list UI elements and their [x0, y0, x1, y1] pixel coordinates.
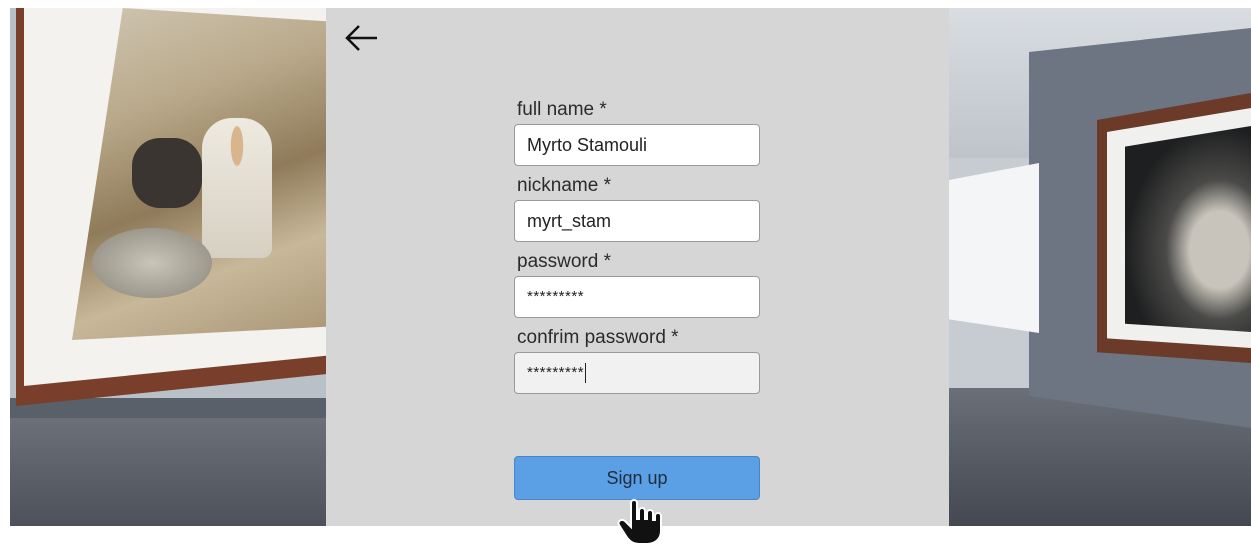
- full-name-label: full name *: [517, 99, 607, 120]
- gallery-scene-left: [10, 8, 326, 526]
- nickname-label: nickname *: [517, 175, 611, 196]
- full-name-input[interactable]: Myrto Stamouli: [514, 124, 760, 166]
- hand-pointer-icon: [617, 497, 667, 545]
- portrait-painting: [1125, 126, 1251, 332]
- gallery-scene-right: [949, 8, 1251, 526]
- confirm-password-input[interactable]: *********: [514, 352, 760, 394]
- password-input[interactable]: *********: [514, 276, 760, 318]
- sign-up-button[interactable]: Sign up: [514, 456, 760, 500]
- confirm-password-value: *********: [527, 364, 585, 381]
- artwork-info-panel: [949, 163, 1039, 333]
- signup-panel: full name * Myrto Stamouli nickname * my…: [326, 8, 949, 526]
- arrow-left-icon[interactable]: [342, 18, 382, 58]
- signup-form: full name * Myrto Stamouli nickname * my…: [514, 98, 764, 402]
- password-label: password *: [517, 251, 611, 272]
- text-caret: [585, 363, 587, 384]
- confirm-password-label: confrim password *: [517, 327, 679, 348]
- nickname-input[interactable]: myrt_stam: [514, 200, 760, 242]
- gallery-floor: [10, 418, 326, 526]
